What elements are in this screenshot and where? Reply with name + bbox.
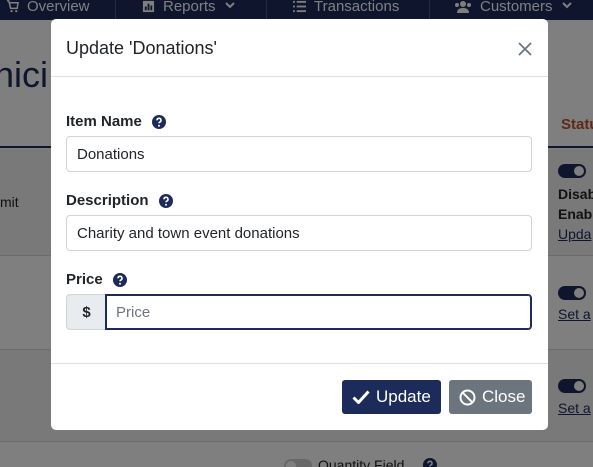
help-icon[interactable] xyxy=(151,114,166,129)
close-button[interactable]: Close xyxy=(449,380,532,414)
close-button-label: Close xyxy=(482,387,526,406)
modal-title: Update 'Donations' xyxy=(66,38,217,58)
description-label: Description xyxy=(66,192,149,209)
help-icon[interactable] xyxy=(158,193,173,208)
modal-footer: Update Close xyxy=(51,363,548,430)
modal-header: Update 'Donations' xyxy=(51,19,548,77)
currency-prefix: $ xyxy=(66,294,106,330)
check-icon xyxy=(352,390,370,404)
description-label-group: Description xyxy=(66,192,173,209)
description-input[interactable] xyxy=(66,215,532,251)
close-icon[interactable] xyxy=(515,39,535,59)
help-icon[interactable] xyxy=(112,272,127,287)
update-button-label: Update xyxy=(376,387,431,406)
price-input-group: $ xyxy=(66,294,532,330)
price-input[interactable] xyxy=(105,294,532,330)
item-name-label: Item Name xyxy=(66,113,142,130)
price-label: Price xyxy=(66,271,103,288)
item-name-label-group: Item Name xyxy=(66,113,166,130)
update-button[interactable]: Update xyxy=(342,380,441,414)
price-label-group: Price xyxy=(66,271,127,288)
item-name-input[interactable] xyxy=(66,136,532,172)
ban-icon xyxy=(459,389,476,405)
update-item-modal: Update 'Donations' Item Name Description… xyxy=(51,19,548,430)
